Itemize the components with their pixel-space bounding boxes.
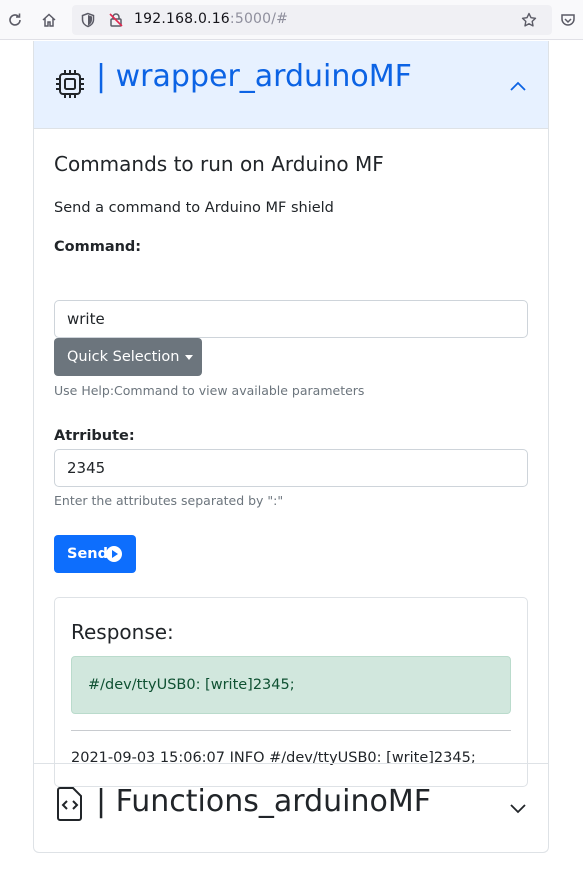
- chevron-down-icon: [508, 798, 528, 818]
- send-label: Send: [67, 546, 108, 562]
- reload-icon[interactable]: [3, 8, 27, 32]
- attribute-input[interactable]: 2345: [54, 449, 528, 487]
- quick-selection-button[interactable]: Quick Selection: [54, 338, 202, 376]
- url-host: 192.168.0.16: [134, 11, 230, 27]
- quick-selection-label: Quick Selection: [67, 349, 180, 365]
- caret-down-icon: [185, 354, 194, 360]
- commands-heading: Commands to run on Arduino MF: [54, 152, 384, 176]
- shield-icon[interactable]: [76, 8, 100, 32]
- commands-description: Send a command to Arduino MF shield: [54, 200, 334, 216]
- pocket-icon[interactable]: [556, 8, 580, 32]
- cpu-icon: [54, 68, 86, 104]
- send-button[interactable]: Send: [54, 535, 136, 573]
- accordion-title-wrapper: | wrapper_arduinoMF: [96, 59, 412, 94]
- accordion-header-wrapper[interactable]: | wrapper_arduinoMF: [34, 41, 548, 129]
- url-text: 192.168.0.16:5000/#: [134, 11, 288, 27]
- insecure-lock-icon[interactable]: [104, 8, 128, 32]
- command-input[interactable]: write: [54, 300, 528, 338]
- command-label: Command:: [54, 239, 142, 255]
- play-circle-icon: [106, 546, 122, 562]
- file-code-icon: [56, 786, 84, 826]
- home-icon[interactable]: [37, 8, 61, 32]
- chevron-up-icon: [508, 77, 528, 97]
- browser-toolbar: 192.168.0.16:5000/#: [0, 0, 583, 40]
- command-help-text: Use Help:Command to view available param…: [54, 383, 365, 398]
- attribute-label: Atrribute:: [54, 428, 135, 444]
- accordion: | wrapper_arduinoMF Commands to run on A…: [33, 41, 549, 853]
- url-rest: :5000/#: [229, 11, 289, 27]
- accordion-title-functions: | Functions_arduinoMF: [96, 784, 431, 819]
- response-title: Response:: [71, 620, 174, 644]
- bookmark-star-icon[interactable]: [517, 8, 541, 32]
- response-alert: #/dev/ttyUSB0: [write]2345;: [71, 656, 511, 714]
- attribute-help-text: Enter the attributes separated by ":": [54, 493, 284, 508]
- url-bar[interactable]: 192.168.0.16:5000/#: [72, 5, 552, 35]
- response-divider: [71, 730, 511, 731]
- response-card: Response: #/dev/ttyUSB0: [write]2345; 20…: [54, 597, 528, 787]
- accordion-header-functions[interactable]: | Functions_arduinoMF: [34, 763, 548, 852]
